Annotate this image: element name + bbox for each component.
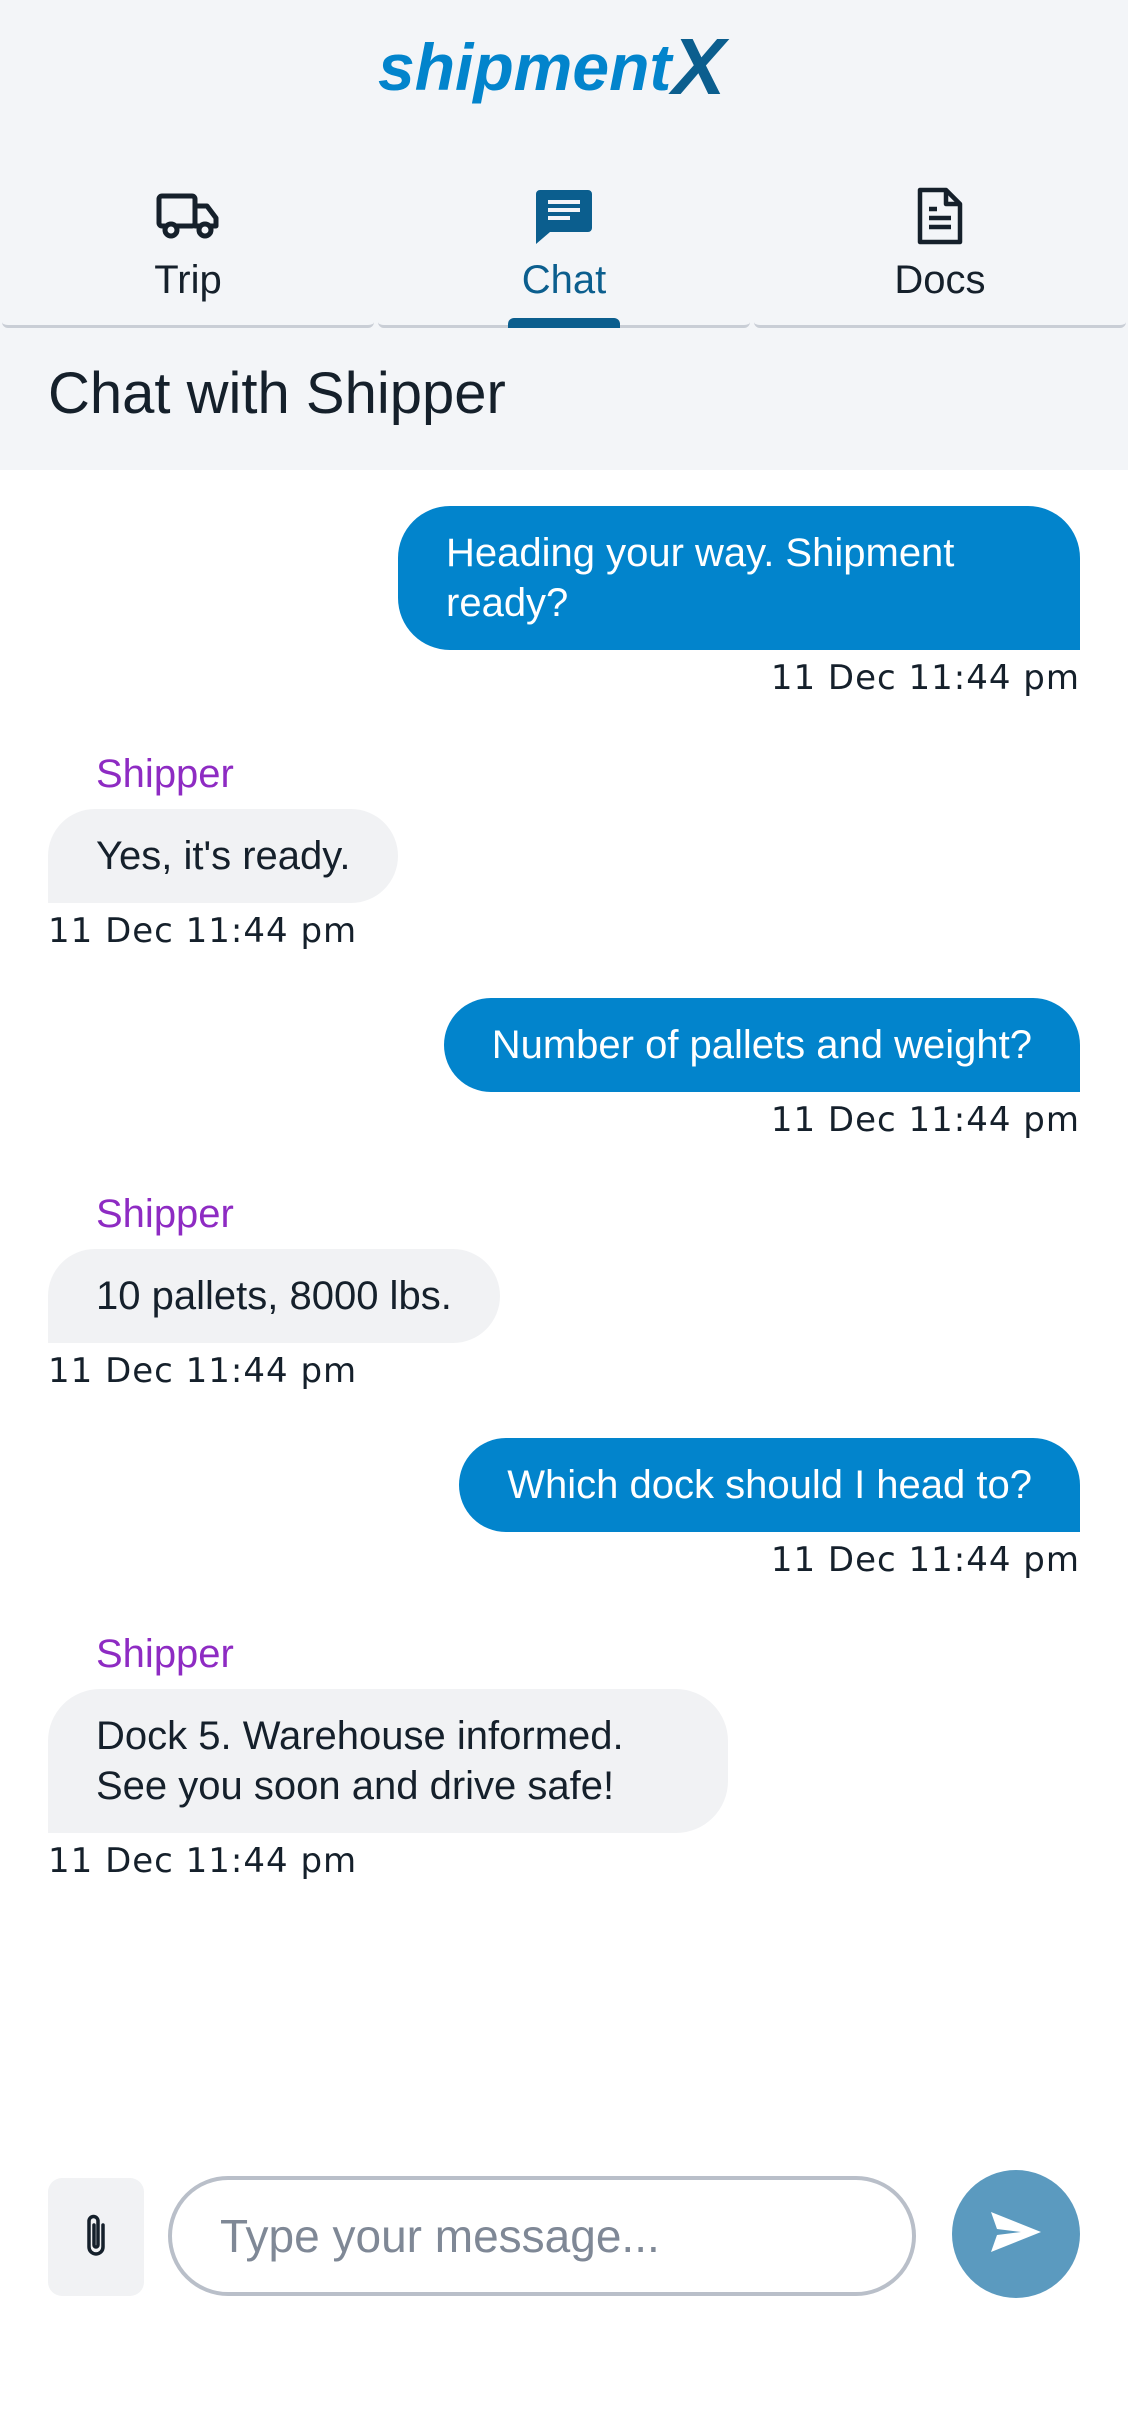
chat-icon (532, 188, 596, 244)
truck-icon (156, 188, 220, 244)
tab-trip[interactable]: Trip (2, 160, 374, 328)
tab-trip-label: Trip (154, 258, 222, 302)
message-composer (0, 2160, 1128, 2300)
tab-chat[interactable]: Chat (378, 160, 750, 328)
chat-thread[interactable]: Heading your way. Shipment ready? 11 Dec… (0, 470, 1128, 2110)
message-timestamp: 11 Dec 11:44 pm (770, 1540, 1080, 1580)
message-outgoing: Heading your way. Shipment ready? 11 Dec… (398, 506, 1080, 698)
paperclip-icon (83, 2211, 109, 2264)
message-sender: Shipper (96, 752, 234, 796)
send-button[interactable] (952, 2170, 1080, 2298)
tab-bar: Trip Chat Docs (0, 160, 1128, 328)
message-bubble[interactable]: Heading your way. Shipment ready? (398, 506, 1080, 650)
message-input[interactable] (168, 2176, 916, 2296)
message-outgoing: Number of pallets and weight? 11 Dec 11:… (443, 998, 1080, 1140)
message-sender: Shipper (96, 1192, 234, 1236)
shipmentx-logo: shipment X (378, 28, 730, 108)
active-tab-indicator (508, 318, 620, 328)
message-timestamp: 11 Dec 11:44 pm (770, 1100, 1080, 1140)
svg-text:shipment: shipment (378, 30, 674, 104)
message-bubble[interactable]: Number of pallets and weight? (443, 998, 1080, 1092)
message-incoming: Shipper Yes, it's ready. 11 Dec 11:44 pm (48, 752, 399, 951)
svg-text:X: X (668, 28, 730, 108)
message-bubble[interactable]: Dock 5. Warehouse informed. See you soon… (48, 1689, 728, 1833)
message-bubble[interactable]: Which dock should I head to? (459, 1438, 1080, 1532)
tab-docs-label: Docs (894, 258, 986, 302)
message-timestamp: 11 Dec 11:44 pm (48, 1351, 358, 1391)
message-incoming: Shipper 10 pallets, 8000 lbs. 11 Dec 11:… (48, 1192, 500, 1391)
message-timestamp: 11 Dec 11:44 pm (48, 911, 358, 951)
message-timestamp: 11 Dec 11:44 pm (48, 1841, 358, 1881)
tab-chat-label: Chat (521, 258, 607, 302)
header-area: shipment X Trip Chat Docs Chat with Ship… (0, 0, 1128, 470)
message-timestamp: 11 Dec 11:44 pm (770, 658, 1080, 698)
send-icon (989, 2209, 1043, 2260)
attach-button[interactable] (48, 2178, 144, 2296)
document-icon (908, 187, 972, 245)
message-incoming: Shipper Dock 5. Warehouse informed. See … (48, 1632, 728, 1881)
tab-docs[interactable]: Docs (754, 160, 1126, 328)
page-title: Chat with Shipper (48, 361, 506, 426)
message-bubble[interactable]: 10 pallets, 8000 lbs. (48, 1249, 500, 1343)
message-sender: Shipper (96, 1632, 234, 1676)
message-bubble[interactable]: Yes, it's ready. (48, 809, 399, 903)
message-outgoing: Which dock should I head to? 11 Dec 11:4… (459, 1438, 1080, 1580)
